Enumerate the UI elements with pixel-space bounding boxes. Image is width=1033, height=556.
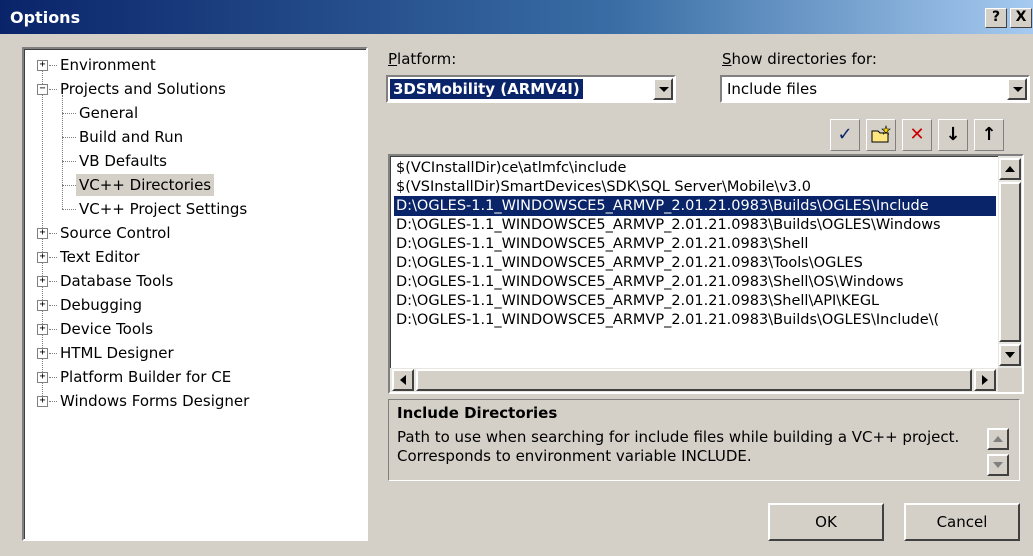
expand-icon[interactable]: + [37, 60, 48, 71]
directory-row[interactable]: D:\OGLES-1.1_WINDOWSCE5_ARMVP_2.01.21.09… [394, 215, 998, 235]
expand-icon[interactable]: + [37, 252, 48, 263]
directory-row[interactable]: D:\OGLES-1.1_WINDOWSCE5_ARMVP_2.01.21.09… [394, 291, 998, 311]
description-panel: Include Directories Path to use when sea… [388, 399, 1020, 481]
new-line-button[interactable] [866, 119, 896, 151]
tree-item[interactable]: VC++ Project Settings [24, 198, 354, 220]
tree-item[interactable]: VC++ Directories [24, 174, 354, 196]
tree-item-label: VC++ Project Settings [79, 200, 248, 218]
tree-item-label: Debugging [60, 296, 143, 314]
move-down-button[interactable]: ↓ [938, 119, 968, 151]
expand-icon[interactable]: + [37, 276, 48, 287]
description-title: Include Directories [397, 404, 558, 422]
show-directories-dropdown-arrow-icon[interactable] [1007, 78, 1027, 100]
scrollbar-corner [998, 368, 1022, 392]
scroll-right-icon[interactable] [974, 369, 996, 391]
expand-icon[interactable]: + [37, 300, 48, 311]
close-button[interactable]: X [1010, 8, 1032, 28]
window-title: Options [10, 8, 81, 27]
tree-item-label: Environment [60, 56, 156, 74]
tree-item-label: VB Defaults [79, 152, 167, 170]
tree-item[interactable]: + Windows Forms Designer [24, 390, 354, 412]
tree-item[interactable]: + Text Editor [24, 246, 354, 268]
description-scroll-up-icon[interactable] [987, 428, 1009, 450]
move-up-button[interactable]: ↑ [974, 119, 1004, 151]
show-directories-select[interactable]: Include files [720, 75, 1030, 103]
platform-dropdown-arrow-icon[interactable] [653, 78, 673, 100]
tree-item[interactable]: + Debugging [24, 294, 354, 316]
tree-item[interactable]: + Database Tools [24, 270, 354, 292]
checkmark-icon: ✓ [837, 124, 853, 145]
scroll-down-icon[interactable] [999, 344, 1021, 366]
new-folder-icon [870, 125, 892, 150]
move-down-icon: ↓ [945, 124, 961, 145]
help-button[interactable]: ? [985, 8, 1007, 28]
ok-button[interactable]: OK [768, 503, 884, 541]
expand-icon[interactable]: + [37, 372, 48, 383]
description-line-1: Path to use when searching for include f… [397, 428, 960, 446]
delete-icon: ✕ [909, 124, 925, 145]
title-bar: Options ? X [0, 0, 1033, 34]
horizontal-scroll-thumb[interactable] [416, 369, 972, 391]
tree-item[interactable]: General [24, 102, 354, 124]
scroll-left-icon[interactable] [392, 369, 414, 391]
tree-item-label: VC++ Directories [76, 174, 215, 196]
tree-item-label: Windows Forms Designer [60, 392, 250, 410]
move-up-icon: ↑ [981, 124, 997, 145]
description-scroll-down-icon[interactable] [987, 454, 1009, 476]
tree-item-label: Platform Builder for CE [60, 368, 232, 386]
description-line-2: Corresponds to environment variable INCL… [397, 447, 752, 465]
expand-icon[interactable]: + [37, 396, 48, 407]
directory-row[interactable]: $(VSInstallDir)SmartDevices\SDK\SQL Serv… [394, 177, 998, 197]
tree-item-label: Source Control [60, 224, 171, 242]
expand-icon[interactable]: + [37, 324, 48, 335]
tree-item[interactable]: VB Defaults [24, 150, 354, 172]
show-directories-label: Show directories for: [722, 50, 877, 68]
tree-item[interactable]: Build and Run [24, 126, 354, 148]
directory-row[interactable]: D:\OGLES-1.1_WINDOWSCE5_ARMVP_2.01.21.09… [394, 272, 998, 292]
horizontal-scrollbar[interactable] [390, 368, 998, 392]
tree-item-label: Projects and Solutions [60, 80, 226, 98]
tree-item-label: General [79, 104, 139, 122]
expand-icon[interactable]: + [37, 348, 48, 359]
tree-item[interactable]: − Projects and Solutions [24, 78, 354, 100]
directory-row[interactable]: D:\OGLES-1.1_WINDOWSCE5_ARMVP_2.01.21.09… [394, 253, 998, 273]
platform-select[interactable]: 3DSMobility (ARMV4I) [386, 75, 676, 103]
tree-item-label: Database Tools [60, 272, 174, 290]
directory-row[interactable]: D:\OGLES-1.1_WINDOWSCE5_ARMVP_2.01.21.09… [394, 234, 998, 254]
tree-item[interactable]: + Device Tools [24, 318, 354, 340]
show-directories-value: Include files [727, 80, 818, 98]
delete-button[interactable]: ✕ [902, 119, 932, 151]
tree-item[interactable]: + Platform Builder for CE [24, 366, 354, 388]
collapse-icon[interactable]: − [37, 84, 48, 95]
vertical-scrollbar[interactable] [998, 156, 1022, 370]
tree-item-label: Text Editor [60, 248, 140, 266]
tree-item[interactable]: + Source Control [24, 222, 354, 244]
tree-item-label: Build and Run [79, 128, 184, 146]
platform-label: Platform: [388, 50, 457, 68]
directory-row[interactable]: $(VCInstallDir)ce\atlmfc\include [394, 158, 998, 178]
cancel-button[interactable]: Cancel [904, 503, 1020, 541]
apply-button[interactable]: ✓ [830, 119, 860, 151]
tree-item-label: Device Tools [60, 320, 154, 338]
expand-icon[interactable]: + [37, 228, 48, 239]
tree-item[interactable]: + HTML Designer [24, 342, 354, 364]
scroll-up-icon[interactable] [999, 158, 1021, 180]
platform-value: 3DSMobility (ARMV4I) [390, 79, 583, 99]
directory-row[interactable]: D:\OGLES-1.1_WINDOWSCE5_ARMVP_2.01.21.09… [394, 196, 996, 216]
directory-list[interactable]: $(VCInstallDir)ce\atlmfc\include $(VSInst… [388, 154, 1024, 394]
vertical-scroll-thumb[interactable] [999, 182, 1021, 342]
category-tree[interactable]: + Environment − Projects and Solutions Gener… [22, 47, 368, 541]
directory-row[interactable]: D:\OGLES-1.1_WINDOWSCE5_ARMVP_2.01.21.09… [394, 310, 998, 330]
tree-item[interactable]: + Environment [24, 54, 354, 76]
tree-item-label: HTML Designer [60, 344, 174, 362]
